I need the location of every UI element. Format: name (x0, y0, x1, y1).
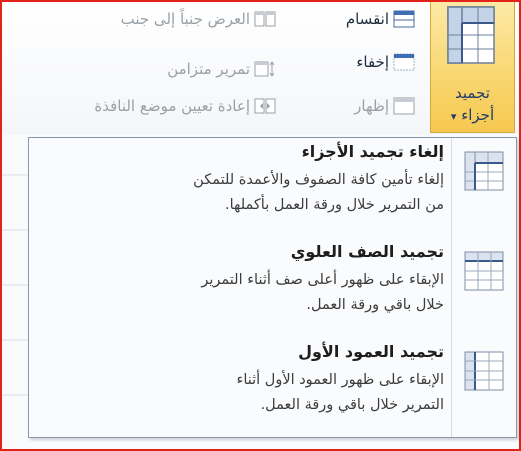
freeze-panes-icon (447, 6, 495, 64)
freeze-top-row-desc-line: خلال باقي ورقة العمل. (306, 297, 444, 313)
freeze-first-column-icon (464, 351, 504, 391)
freeze-first-column-desc-line: التمرير خلال باقي ورقة العمل. (260, 397, 444, 413)
hide-label: إخفاء (356, 53, 389, 71)
unfreeze-panes-icon (464, 151, 504, 191)
freeze-first-column-description: الإبقاء على ظهور العمود الأول أثناء التم… (44, 368, 445, 418)
freeze-panes-button[interactable]: تجميد أجزاء ▾ (430, 2, 515, 133)
menu-item-freeze-top-row[interactable]: تجميد الصف العلوي الإبقاء على ظهور أعلى … (29, 240, 516, 340)
hide-window-icon (393, 53, 415, 71)
worksheet-grid-background (2, 174, 28, 396)
reset-window-position-label: إعادة تعيين موضع النافذة (94, 97, 250, 115)
view-side-by-side-label: العرض جنباً إلى جنب (120, 10, 250, 28)
dropdown-arrow-icon: ▾ (450, 110, 457, 123)
menu-item-unfreeze-panes[interactable]: إلغاء تجميد الأجزاء إلغاء تأمين كافة الص… (29, 140, 516, 240)
freeze-first-column-desc-line: الإبقاء على ظهور العمود الأول أثناء (236, 372, 445, 388)
menu-item-freeze-first-column[interactable]: تجميد العمود الأول الإبقاء على ظهور العم… (29, 340, 516, 440)
freeze-top-row-icon (464, 251, 504, 291)
unfreeze-panes-description: إلغاء تأمين كافة الصفوف والأعمدة للتمكن … (44, 168, 444, 218)
reset-window-position-icon (254, 98, 276, 114)
unhide-label: إظهار (354, 97, 389, 115)
freeze-top-row-description: الإبقاء على ظهور أعلى صف أثناء التمرير خ… (44, 268, 444, 318)
hide-button[interactable]: إخفاء (356, 53, 415, 71)
split-icon (393, 10, 415, 28)
split-button[interactable]: انقسام (346, 10, 415, 28)
split-label: انقسام (345, 10, 389, 28)
reset-window-position-button[interactable]: إعادة تعيين موضع النافذة (94, 97, 276, 115)
synchronous-scrolling-button[interactable]: تمرير متزامن (167, 60, 276, 78)
freeze-panes-menu: إلغاء تجميد الأجزاء إلغاء تأمين كافة الص… (28, 137, 517, 438)
window-ribbon-group: تجميد أجزاء ▾ انقسام إخفاء إظهار العرض ج… (2, 2, 519, 135)
unhide-window-icon (393, 97, 415, 115)
unfreeze-panes-desc-line: إلغاء تأمين كافة الصفوف والأعمدة للتمكن (193, 172, 444, 188)
freeze-top-row-title: تجميد الصف العلوي (290, 242, 444, 261)
screenshot-frame: تجميد أجزاء ▾ انقسام إخفاء إظهار العرض ج… (0, 0, 521, 451)
unfreeze-panes-title: إلغاء تجميد الأجزاء (301, 142, 444, 161)
synchronous-scroll-icon (254, 61, 275, 77)
freeze-first-column-title: تجميد العمود الأول (298, 342, 444, 361)
unhide-button[interactable]: إظهار (354, 97, 415, 115)
unfreeze-panes-desc-line: من التمرير خلال ورقة العمل بأكملها. (224, 197, 444, 213)
freeze-top-row-desc-line: الإبقاء على ظهور أعلى صف أثناء التمرير (201, 272, 444, 288)
view-side-by-side-button[interactable]: العرض جنباً إلى جنب (121, 10, 276, 28)
side-by-side-icon (254, 11, 276, 27)
synchronous-scrolling-label: تمرير متزامن (167, 60, 250, 78)
freeze-panes-label-line2-text: أجزاء (461, 106, 495, 124)
freeze-panes-label-line2: أجزاء ▾ (431, 106, 514, 124)
freeze-panes-label-line1: تجميد (455, 84, 490, 102)
